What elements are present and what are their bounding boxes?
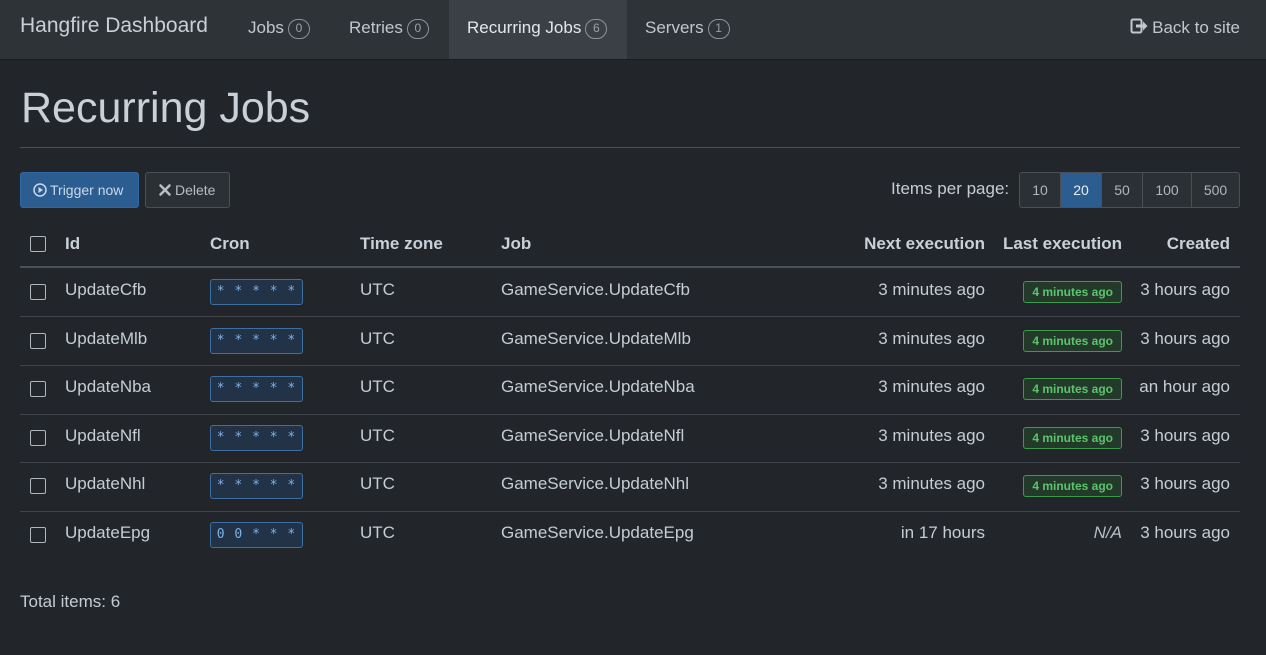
- nav-recurring-jobs-count: 6: [585, 19, 608, 39]
- job-id[interactable]: UpdateEpg: [65, 523, 150, 543]
- table-row: UpdateEpg 0 0 * * * UTC GameService.Upda…: [20, 511, 1240, 560]
- nav-jobs-label: Jobs: [248, 18, 284, 37]
- cron-expression: * * * * *: [210, 473, 303, 499]
- items-per-page-label: Items per page:: [891, 179, 1010, 198]
- last-execution-badge[interactable]: 4 minutes ago: [1023, 281, 1122, 303]
- next-execution: 3 minutes ago: [878, 377, 985, 396]
- table-row: UpdateCfb * * * * * UTC GameService.Upda…: [20, 268, 1240, 317]
- header-last-execution: Last execution: [1002, 234, 1122, 253]
- header-timezone: Time zone: [360, 234, 443, 253]
- row-checkbox[interactable]: [30, 284, 46, 300]
- last-execution-badge[interactable]: 4 minutes ago: [1023, 330, 1122, 352]
- page-size-500[interactable]: 500: [1192, 173, 1239, 207]
- cron-expression: * * * * *: [210, 425, 303, 451]
- header-id: Id: [65, 234, 81, 253]
- next-execution: 3 minutes ago: [878, 280, 985, 299]
- title-divider: [20, 147, 1240, 148]
- trigger-now-label: Trigger now: [50, 182, 124, 198]
- created-time: 3 hours ago: [1140, 426, 1230, 445]
- next-execution: in 17 hours: [900, 523, 985, 542]
- row-checkbox[interactable]: [30, 333, 46, 349]
- play-circle-icon: [33, 175, 47, 197]
- next-execution: 3 minutes ago: [878, 474, 985, 493]
- cron-expression: * * * * *: [210, 279, 303, 305]
- job-id[interactable]: UpdateNba: [65, 377, 151, 397]
- job-method: GameService.UpdateEpg: [501, 523, 694, 542]
- row-checkbox[interactable]: [30, 478, 46, 494]
- nav-servers-count: 1: [707, 19, 730, 39]
- nav-servers[interactable]: Servers 1: [627, 0, 748, 59]
- row-checkbox[interactable]: [30, 430, 46, 446]
- page-size-50[interactable]: 50: [1102, 173, 1143, 207]
- header-next-execution: Next execution: [864, 234, 985, 253]
- job-method: GameService.UpdateNfl: [501, 426, 685, 445]
- page-size-100[interactable]: 100: [1143, 173, 1192, 207]
- back-to-site-link[interactable]: Back to site: [1130, 17, 1240, 38]
- last-execution-badge[interactable]: 4 minutes ago: [1023, 427, 1122, 449]
- row-checkbox[interactable]: [30, 527, 46, 543]
- sign-out-icon: [1130, 17, 1148, 35]
- nav-retries[interactable]: Retries 0: [331, 0, 447, 59]
- table-row: UpdateNhl * * * * * UTC GameService.Upda…: [20, 463, 1240, 512]
- job-method: GameService.UpdateMlb: [501, 329, 691, 348]
- last-execution-na: N/A: [1093, 523, 1122, 542]
- nav-jobs[interactable]: Jobs 0: [230, 0, 328, 59]
- close-icon: [158, 175, 172, 196]
- page-size-10[interactable]: 10: [1020, 173, 1061, 207]
- time-zone: UTC: [360, 426, 395, 445]
- select-all-checkbox[interactable]: [30, 236, 46, 252]
- delete-button[interactable]: Delete: [145, 172, 230, 208]
- nav-retries-count: 0: [406, 19, 429, 39]
- job-method: GameService.UpdateCfb: [501, 280, 690, 299]
- job-method: GameService.UpdateNba: [501, 377, 695, 396]
- last-execution-badge[interactable]: 4 minutes ago: [1023, 475, 1122, 497]
- next-execution: 3 minutes ago: [878, 329, 985, 348]
- cron-expression: * * * * *: [210, 328, 303, 354]
- cron-expression: * * * * *: [210, 376, 303, 402]
- time-zone: UTC: [360, 377, 395, 396]
- nav-jobs-count: 0: [287, 19, 310, 39]
- nav-recurring-jobs[interactable]: Recurring Jobs 6: [449, 0, 627, 59]
- job-id[interactable]: UpdateNhl: [65, 474, 145, 494]
- header-cron: Cron: [210, 234, 250, 253]
- trigger-now-button[interactable]: Trigger now: [20, 172, 139, 208]
- table-row: UpdateNfl * * * * * UTC GameService.Upda…: [20, 414, 1240, 463]
- brand-link[interactable]: Hangfire Dashboard: [20, 14, 208, 38]
- time-zone: UTC: [360, 523, 395, 542]
- nav-recurring-jobs-label: Recurring Jobs: [467, 18, 582, 37]
- page-size-20[interactable]: 20: [1061, 173, 1102, 207]
- header-created: Created: [1166, 234, 1230, 253]
- created-time: 3 hours ago: [1140, 329, 1230, 348]
- row-checkbox[interactable]: [30, 381, 46, 397]
- page-title: Recurring Jobs: [21, 84, 311, 132]
- job-id[interactable]: UpdateCfb: [65, 280, 146, 300]
- back-to-site-label: Back to site: [1152, 18, 1240, 37]
- cron-expression: 0 0 * * *: [210, 522, 303, 548]
- total-items: Total items: 6: [20, 592, 121, 611]
- created-time: 3 hours ago: [1140, 474, 1230, 493]
- time-zone: UTC: [360, 280, 395, 299]
- job-id[interactable]: UpdateMlb: [65, 329, 147, 349]
- items-per-page-selector: 10 20 50 100 500: [1019, 172, 1240, 208]
- table-row: UpdateNba * * * * * UTC GameService.Upda…: [20, 366, 1240, 415]
- next-execution: 3 minutes ago: [878, 426, 985, 445]
- time-zone: UTC: [360, 329, 395, 348]
- header-job: Job: [501, 234, 532, 253]
- time-zone: UTC: [360, 474, 395, 493]
- top-navbar: Hangfire Dashboard Jobs 0 Retries 0 Recurr…: [0, 0, 1266, 60]
- nav-servers-label: Servers: [645, 18, 704, 37]
- job-id[interactable]: UpdateNfl: [65, 426, 141, 446]
- nav-retries-label: Retries: [349, 18, 403, 37]
- table-row: UpdateMlb * * * * * UTC GameService.Upda…: [20, 317, 1240, 366]
- delete-label: Delete: [175, 182, 216, 198]
- created-time: 3 hours ago: [1140, 523, 1230, 542]
- job-method: GameService.UpdateNhl: [501, 474, 690, 493]
- created-time: an hour ago: [1139, 377, 1230, 396]
- last-execution-badge[interactable]: 4 minutes ago: [1023, 378, 1122, 400]
- created-time: 3 hours ago: [1140, 280, 1230, 299]
